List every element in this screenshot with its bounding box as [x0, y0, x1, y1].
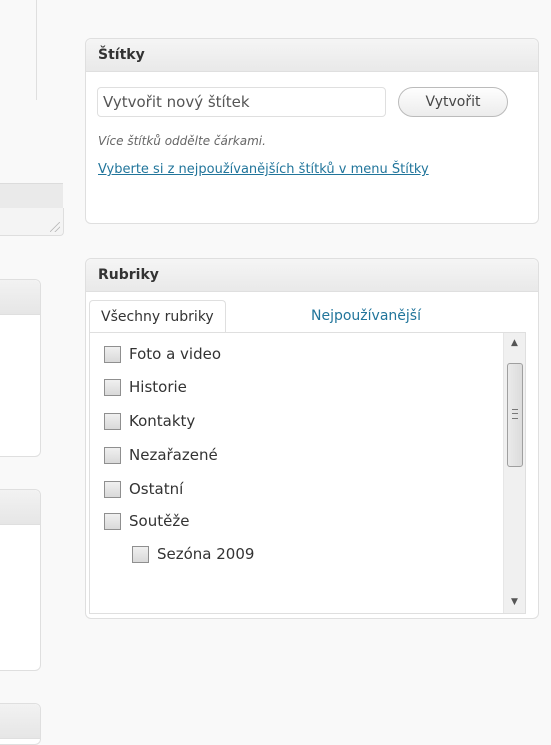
category-checkbox[interactable]: [104, 512, 121, 530]
scroll-down-arrow-icon[interactable]: ▼: [504, 594, 525, 611]
category-checkbox[interactable]: [104, 412, 121, 430]
scroll-up-arrow-icon[interactable]: ▲: [504, 335, 525, 352]
categories-panel-title[interactable]: Rubriky: [86, 259, 538, 292]
tags-panel: Štítky Vytvořit Více štítků oddělte čárk…: [85, 38, 539, 224]
left-metabox-2: [0, 489, 41, 671]
category-checkbox[interactable]: [104, 378, 121, 396]
category-scrollbar[interactable]: ▲ ▼: [503, 333, 525, 613]
left-metabox-1: [0, 279, 41, 457]
new-tag-input[interactable]: [97, 87, 386, 117]
left-metabox-1-header[interactable]: [0, 280, 40, 315]
category-label[interactable]: Nezařazené: [129, 446, 218, 464]
category-label[interactable]: Ostatní: [129, 480, 183, 498]
left-column-divider: [36, 0, 37, 100]
category-item-souteze: Soutěže: [104, 509, 189, 533]
category-tabs: Všechny rubriky Nejpoužívanější: [86, 292, 538, 332]
left-metabox-2-header[interactable]: [0, 490, 40, 525]
add-tag-button[interactable]: Vytvořit: [398, 87, 508, 117]
left-editor-toolbar: [0, 183, 63, 210]
tags-panel-title[interactable]: Štítky: [86, 39, 538, 72]
category-label[interactable]: Kontakty: [129, 412, 195, 430]
tags-hint: Více štítků oddělte čárkami.: [98, 134, 266, 148]
categories-panel: Rubriky Všechny rubriky Nejpoužívanější …: [85, 258, 539, 619]
category-label[interactable]: Historie: [129, 378, 187, 396]
category-checkbox[interactable]: [104, 345, 121, 363]
tab-all-categories[interactable]: Všechny rubriky: [89, 300, 226, 332]
scrollbar-thumb[interactable]: [507, 363, 523, 467]
category-checkbox[interactable]: [132, 545, 149, 563]
category-checkbox[interactable]: [104, 480, 121, 498]
category-checklist: Foto a video Historie Kontakty Nezařazen…: [89, 332, 526, 614]
left-editor-status: 3.: [0, 208, 64, 437]
category-item-nezarazene: Nezařazené: [104, 443, 218, 467]
resize-grip-icon[interactable]: [50, 222, 60, 232]
tab-most-used[interactable]: Nejpoužívanější: [311, 300, 421, 332]
category-item-ostatni: Ostatní: [104, 477, 183, 501]
category-checkbox[interactable]: [104, 446, 121, 464]
category-label[interactable]: Sezóna 2009: [157, 545, 254, 563]
category-item-kontakty: Kontakty: [104, 409, 195, 433]
category-item-foto-a-video: Foto a video: [104, 342, 221, 366]
tags-panel-body: Vytvořit Více štítků oddělte čárkami. Vy…: [86, 72, 538, 223]
scrollbar-grip-icon: [512, 409, 518, 419]
left-metabox-3: [0, 703, 41, 745]
category-label[interactable]: Soutěže: [129, 512, 189, 530]
category-item-historie: Historie: [104, 375, 187, 399]
choose-popular-tags-link[interactable]: Vyberte si z nejpoužívanějších štítků v …: [98, 160, 498, 180]
category-label[interactable]: Foto a video: [129, 345, 221, 363]
category-item-sezona-2009: Sezóna 2009: [132, 542, 254, 566]
